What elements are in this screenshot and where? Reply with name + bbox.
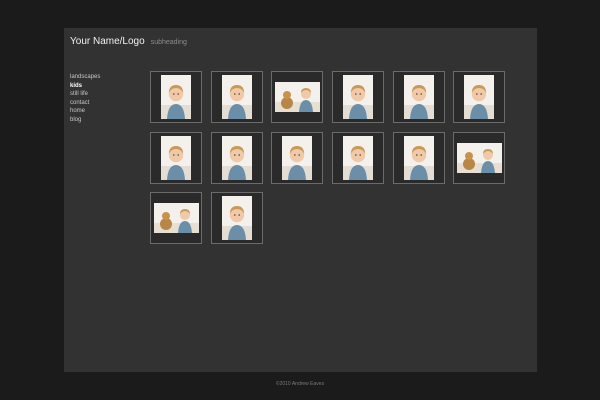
gallery-thumbnail[interactable]	[210, 71, 263, 123]
gallery-thumbnail[interactable]	[150, 131, 202, 184]
child-photo-icon	[221, 135, 252, 180]
site-title[interactable]: Your Name/Logo	[70, 36, 145, 47]
child-photo-icon	[464, 75, 495, 119]
gallery-thumbnail[interactable]	[392, 71, 445, 123]
gallery-thumbnail[interactable]	[210, 192, 263, 244]
gallery-thumbnail[interactable]	[150, 192, 202, 244]
child-photo-icon	[153, 203, 199, 233]
child-photo-icon	[221, 196, 252, 240]
gallery-thumbnail[interactable]	[332, 71, 385, 123]
gallery-thumbnail[interactable]	[453, 71, 506, 123]
gallery-thumbnail[interactable]	[271, 131, 324, 184]
child-with-teddy-bear-photo-icon	[274, 82, 320, 112]
site-header: Your Name/Logo subheading	[70, 36, 187, 50]
child-photo-icon	[343, 75, 374, 119]
cardboard-box-photo-icon	[282, 135, 313, 180]
thumbnail-gallery	[150, 71, 510, 244]
child-eating-photo-icon	[403, 135, 434, 180]
child-photo-icon	[161, 75, 191, 119]
nav-item-blog[interactable]: blog	[70, 116, 100, 125]
gallery-thumbnail[interactable]	[150, 71, 202, 123]
nav-item-home[interactable]: home	[70, 107, 100, 116]
nav-item-landscapes[interactable]: landscapes	[70, 73, 100, 82]
nav-item-contact[interactable]: contact	[70, 99, 100, 108]
child-in-box-photo-icon	[403, 75, 434, 119]
gallery-thumbnail[interactable]	[453, 131, 506, 184]
gallery-thumbnail[interactable]	[271, 71, 324, 123]
gallery-thumbnail[interactable]	[210, 131, 263, 184]
nav-item-still-life[interactable]: still life	[70, 90, 100, 99]
child-eating-photo-icon	[343, 135, 374, 180]
child-photo-icon	[221, 75, 252, 119]
child-photo-icon	[456, 142, 502, 173]
gallery-thumbnail[interactable]	[392, 131, 445, 184]
nav-item-kids[interactable]: kids	[70, 82, 100, 91]
gallery-thumbnail[interactable]	[332, 131, 385, 184]
content-panel: Your Name/Logo subheading landscapes kid…	[64, 28, 537, 372]
child-photo-icon	[161, 135, 191, 180]
site-subheading: subheading	[150, 39, 187, 46]
nav-menu: landscapes kids still life contact home …	[70, 73, 100, 125]
footer-copyright: ©2010 Andrew Eaves	[275, 381, 325, 387]
